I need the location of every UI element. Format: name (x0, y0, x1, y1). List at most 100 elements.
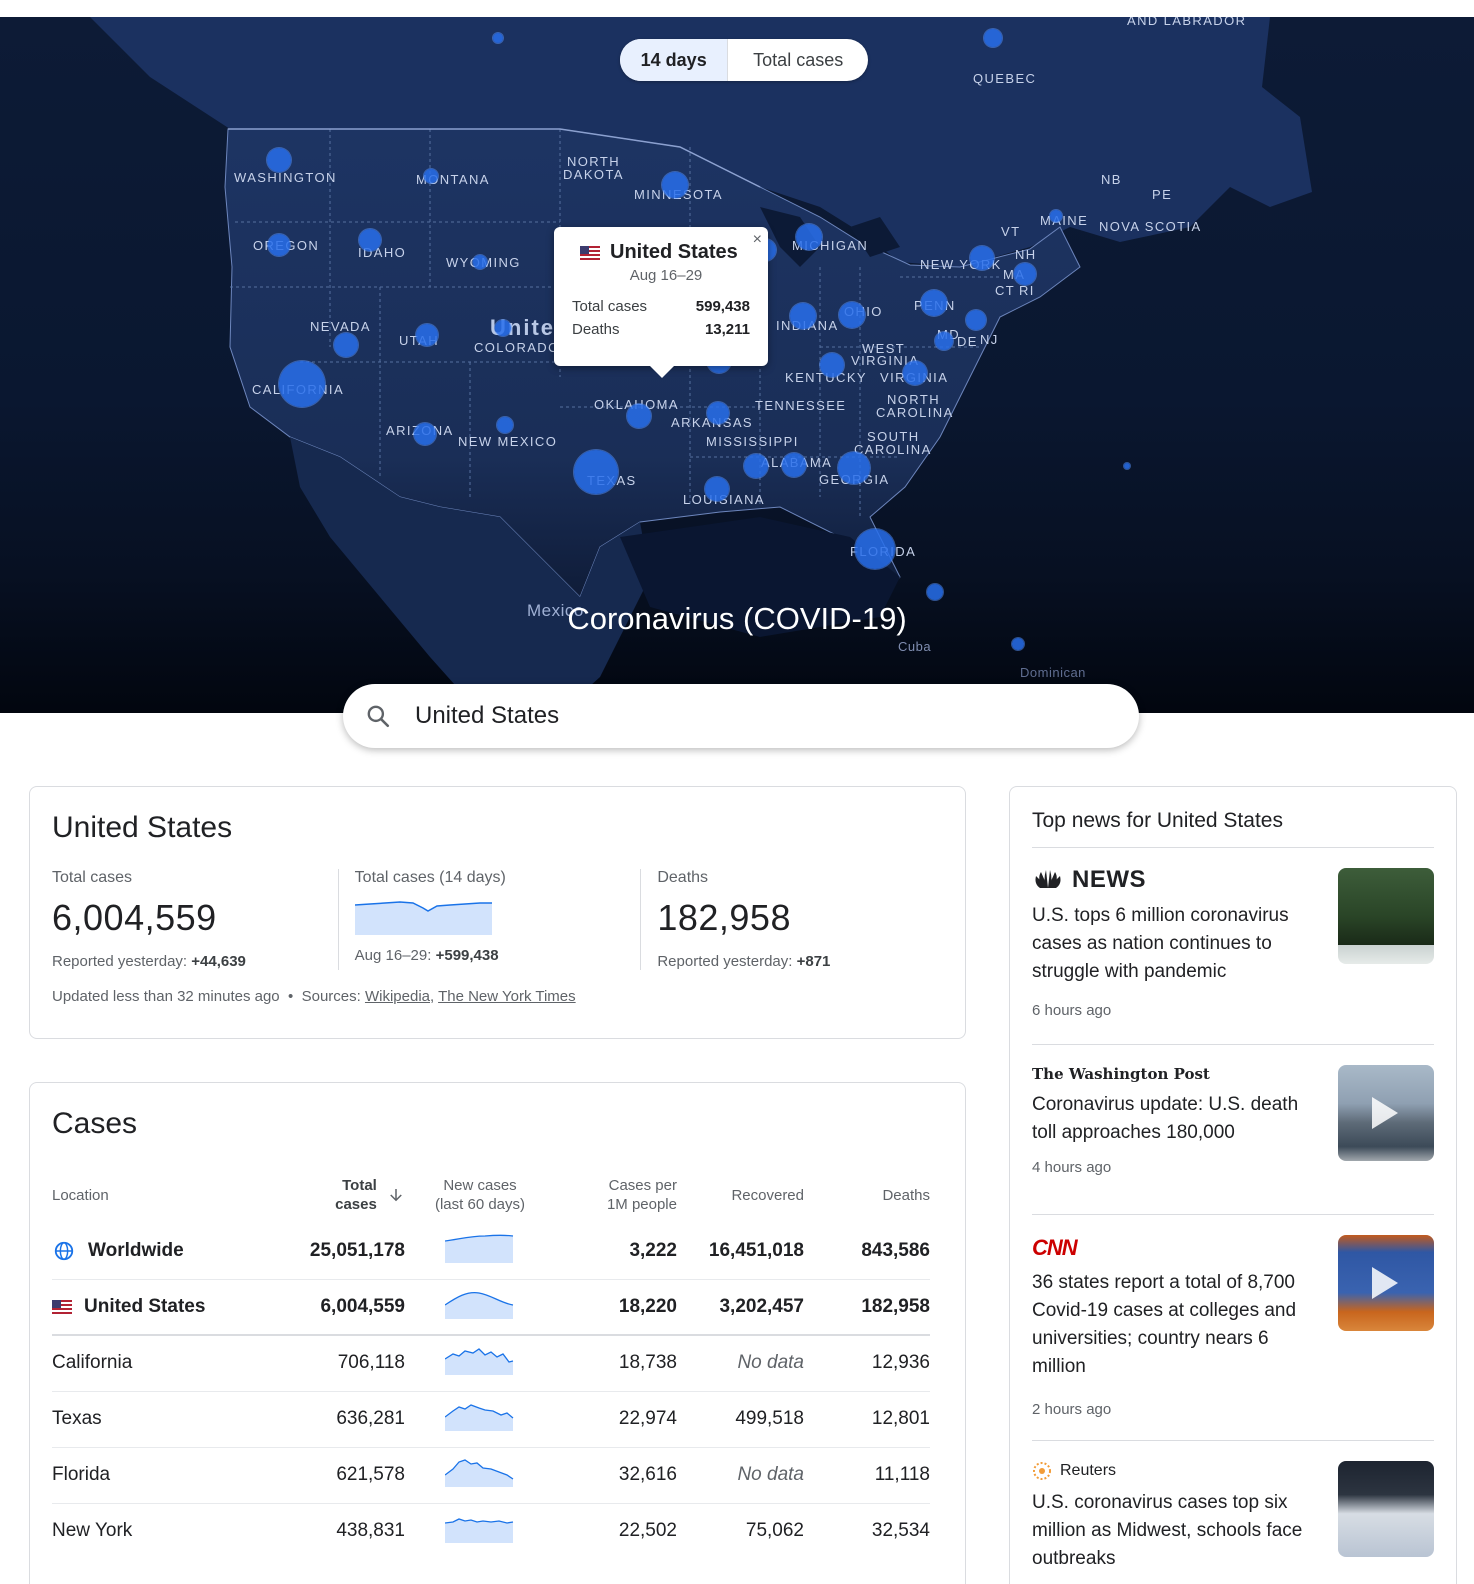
map-bubble[interactable] (279, 361, 325, 407)
news-headline[interactable]: U.S. coronavirus cases top six million a… (1032, 1489, 1318, 1573)
search-icon (367, 705, 390, 728)
label-nevada: NEVADA (310, 319, 371, 334)
row-per-1m: 32,616 (555, 1446, 677, 1503)
map-bubble[interactable] (627, 404, 651, 428)
covid-map[interactable]: WASHINGTON MONTANA NORTH DAKOTA MINNESOT… (0, 17, 1474, 713)
stat-sub: Aug 16–29: +599,438 (355, 947, 625, 964)
map-bubble[interactable] (334, 333, 358, 357)
label-maine: MAINE (1040, 213, 1089, 228)
table-row[interactable]: New York 438,831 22,502 75,062 32,534 (52, 1502, 930, 1559)
row-per-1m: 22,974 (555, 1390, 677, 1447)
col-header-total-1: Total (342, 1177, 377, 1194)
toggle-total-cases[interactable]: Total cases (727, 39, 868, 81)
map-bubble[interactable] (935, 332, 953, 350)
search-input[interactable]: United States (415, 702, 559, 730)
map-bubble[interactable] (424, 169, 438, 183)
table-row[interactable]: Texas 636,281 22,974 499,518 12,801 (52, 1390, 930, 1447)
updated-line: Updated less than 32 minutes ago • Sourc… (52, 988, 576, 1005)
label-de: DE (957, 334, 978, 349)
map-bubble[interactable] (1124, 463, 1130, 469)
row-per-1m: 18,220 (555, 1278, 677, 1335)
news-headline[interactable]: U.S. tops 6 million coronavirus cases as… (1032, 902, 1318, 986)
stat-sub-label: Reported yesterday: (657, 953, 793, 970)
tooltip-value: 599,438 (695, 298, 750, 315)
col-header-total-cases[interactable]: Total cases (282, 1167, 405, 1223)
table-row[interactable]: Worldwide 25,051,178 3,222 16,451,018 84… (52, 1223, 930, 1279)
source-link-wikipedia[interactable]: Wikipedia (365, 988, 430, 1005)
map-bubble[interactable] (744, 454, 768, 478)
period-toggle[interactable]: 14 days Total cases (620, 39, 868, 81)
news-headline[interactable]: Coronavirus update: U.S. death toll appr… (1032, 1091, 1318, 1147)
label-nj: NJ (980, 332, 999, 347)
row-location: Florida (52, 1446, 282, 1503)
col-header-cases-per-1m[interactable]: Cases per 1M people (555, 1167, 677, 1223)
col-header-location[interactable]: Location (52, 1167, 282, 1223)
news-thumbnail[interactable] (1338, 1235, 1434, 1331)
col-header-new-cases[interactable]: New cases (last 60 days) (405, 1167, 555, 1223)
news-thumbnail[interactable] (1338, 1065, 1434, 1161)
news-article[interactable]: Reuters U.S. coronavirus cases top six m… (1032, 1441, 1434, 1584)
col-header-deaths[interactable]: Deaths (804, 1167, 930, 1223)
map-bubble[interactable] (414, 423, 436, 445)
table-row[interactable]: Florida 621,578 32,616 No data 11,118 (52, 1446, 930, 1503)
map-bubble[interactable] (966, 310, 986, 330)
news-headline[interactable]: 36 states report a total of 8,700 Covid-… (1032, 1269, 1318, 1381)
search-bar[interactable]: United States (343, 684, 1139, 748)
map-bubble[interactable] (1050, 210, 1062, 222)
map-bubble[interactable] (497, 417, 513, 433)
row-location: Worldwide (88, 1239, 184, 1261)
col-header-new-1: New cases (443, 1177, 517, 1194)
label-ri: RI (1019, 283, 1035, 298)
map-bubble[interactable] (903, 361, 927, 385)
map-bubble[interactable] (921, 290, 947, 316)
map-bubble[interactable] (493, 33, 503, 43)
news-source-name: Reuters (1060, 1462, 1117, 1479)
map-bubble[interactable] (705, 477, 729, 501)
map-bubble[interactable] (838, 452, 870, 484)
play-icon (1372, 1267, 1398, 1299)
map-bubble[interactable] (359, 229, 381, 251)
map-bubble[interactable] (927, 584, 943, 600)
map-bubble[interactable] (984, 29, 1002, 47)
row-total: 621,578 (282, 1446, 405, 1503)
map-bubble[interactable] (820, 353, 844, 377)
source-link-nyt[interactable]: The New York Times (438, 988, 576, 1005)
us-flag-icon (580, 245, 600, 260)
news-article[interactable]: NEWS U.S. tops 6 million coronavirus cas… (1032, 848, 1434, 1045)
col-header-recovered[interactable]: Recovered (677, 1167, 804, 1223)
map-tooltip: × United States Aug 16–29 Total cases 59… (554, 227, 768, 378)
map-bubble[interactable] (707, 402, 729, 424)
table-row[interactable]: United States 6,004,559 18,220 3,202,457… (52, 1278, 930, 1335)
tooltip-date: Aug 16–29 (629, 267, 703, 284)
stat-total-14-days: Total cases (14 days) Aug 16–29: +599,43… (337, 869, 641, 970)
news-article[interactable]: CNN 36 states report a total of 8,700 Co… (1032, 1215, 1434, 1441)
toggle-14-days[interactable]: 14 days (620, 39, 728, 81)
news-thumbnail[interactable] (1338, 868, 1434, 964)
map-bubble[interactable] (574, 450, 618, 494)
label-new-mexico: NEW MEXICO (458, 434, 558, 449)
map-bubble[interactable] (473, 255, 487, 269)
map-bubble[interactable] (495, 320, 511, 336)
map-bubble[interactable] (839, 302, 865, 328)
map-bubble[interactable] (782, 453, 806, 477)
map-bubble[interactable] (1014, 263, 1036, 285)
nbc-peacock-icon (1035, 870, 1061, 888)
map-bubble[interactable] (416, 324, 438, 346)
table-row[interactable]: California 706,118 18,738 No data 12,936 (52, 1334, 930, 1391)
news-article[interactable]: The Washington Post Coronavirus update: … (1032, 1045, 1434, 1215)
map-bubble[interactable] (796, 224, 822, 250)
stat-sub-value: +871 (796, 953, 831, 970)
map-bubble[interactable] (662, 172, 688, 198)
row-location: New York (52, 1502, 282, 1559)
map-bubble[interactable] (267, 148, 291, 172)
arrow-down-icon (390, 1189, 402, 1202)
close-icon[interactable]: × (753, 231, 762, 249)
updated-text: Updated less than 32 minutes ago (52, 988, 280, 1005)
map-bubble[interactable] (790, 303, 816, 329)
map-bubble[interactable] (855, 529, 895, 569)
news-thumbnail[interactable] (1338, 1461, 1434, 1557)
map-bubble[interactable] (970, 246, 994, 270)
col-header-per-2: 1M people (606, 1196, 677, 1213)
map-bubble[interactable] (1012, 638, 1024, 650)
map-bubble[interactable] (268, 234, 290, 256)
